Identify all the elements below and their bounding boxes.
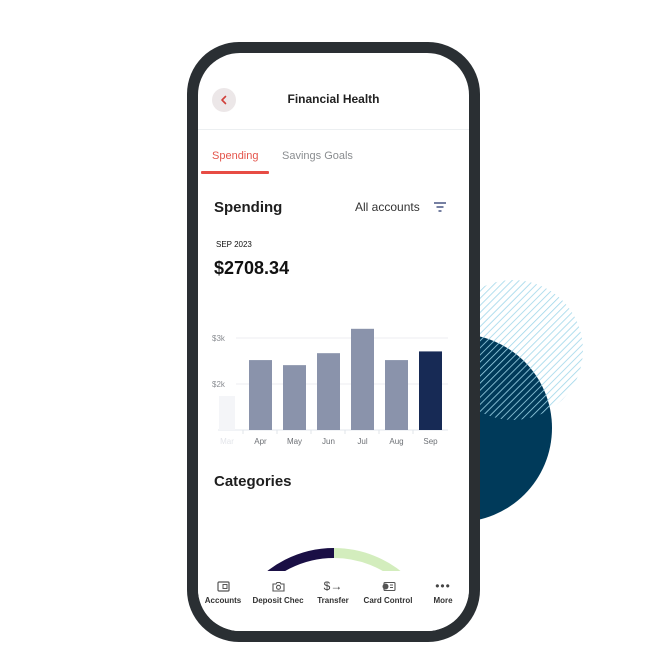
- nav-transfer-label: Transfer: [317, 596, 349, 605]
- nav-more[interactable]: ••• More: [413, 579, 469, 605]
- bar-may[interactable]: [283, 365, 306, 430]
- nav-transfer[interactable]: $→ Transfer: [303, 579, 363, 605]
- active-tab-indicator: [201, 171, 269, 174]
- account-filter-dropdown[interactable]: All accounts: [355, 200, 420, 214]
- nav-card-control-label: Card Control: [363, 596, 413, 605]
- tab-savings-goals[interactable]: Savings Goals: [282, 150, 353, 162]
- bar-apr[interactable]: [249, 360, 272, 430]
- nav-deposit-check-label: Deposit Chec: [252, 596, 304, 605]
- spending-bar-chart: Mar Apr May Jun Jul Aug Sep $2k $3k: [212, 328, 448, 446]
- phone-frame: Financial Health Spending Savings Goals …: [187, 42, 480, 642]
- nav-more-label: More: [433, 596, 453, 605]
- page-title: Financial Health: [287, 92, 380, 106]
- bar-jul[interactable]: [351, 328, 374, 430]
- period-label: SEP 2023: [216, 240, 252, 249]
- wallet-icon: [216, 580, 230, 592]
- bar-mar[interactable]: [219, 395, 235, 430]
- x-tick-label: Sep: [423, 437, 438, 446]
- x-tick-label: Jun: [322, 437, 335, 446]
- categories-gauge: [254, 548, 414, 583]
- camera-icon: [271, 581, 285, 592]
- nav-deposit-check[interactable]: Deposit Chec: [248, 579, 308, 605]
- header: Financial Health: [198, 53, 469, 130]
- x-tick-label: Apr: [254, 437, 267, 446]
- tab-spending[interactable]: Spending: [212, 150, 259, 162]
- bar-aug[interactable]: [385, 360, 408, 430]
- more-icon: •••: [435, 579, 451, 593]
- transfer-icon: $→: [323, 579, 343, 593]
- x-tick-label: Aug: [389, 437, 403, 446]
- x-tick-label: Jul: [357, 437, 367, 446]
- nav-card-control[interactable]: Card Control: [358, 579, 418, 605]
- y-tick-label: $3k: [212, 334, 226, 343]
- card-control-icon: [382, 581, 396, 591]
- y-tick-label: $2k: [212, 380, 226, 389]
- x-tick-label: Mar: [220, 437, 234, 446]
- bar-jun[interactable]: [317, 353, 340, 430]
- bar-sep[interactable]: [419, 351, 442, 430]
- tab-bar: Spending Savings Goals: [198, 141, 469, 175]
- nav-accounts[interactable]: Accounts: [198, 579, 253, 605]
- spending-amount: $2708.34: [214, 258, 290, 278]
- app-screen: Financial Health Spending Savings Goals …: [198, 53, 469, 631]
- categories-heading: Categories: [214, 473, 292, 490]
- nav-accounts-label: Accounts: [204, 596, 242, 605]
- spending-heading: Spending: [214, 199, 283, 216]
- x-tick-label: May: [287, 437, 302, 446]
- bottom-navigation: Accounts Deposit Chec $→ Transfer Card C…: [198, 571, 469, 631]
- filter-icon[interactable]: [433, 201, 447, 213]
